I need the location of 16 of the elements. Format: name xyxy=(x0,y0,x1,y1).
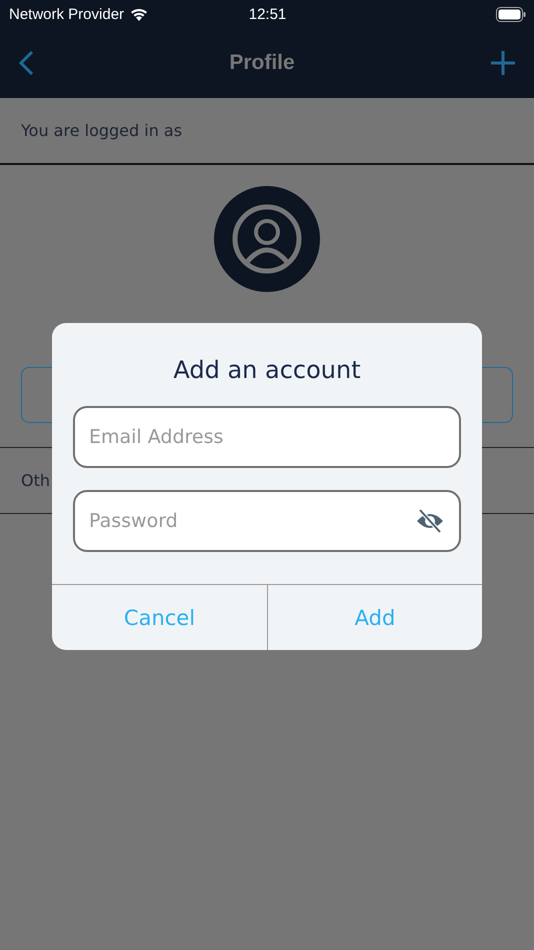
dialog-title: Add an account xyxy=(172,356,362,384)
avatar-icon xyxy=(214,186,320,292)
section-header: Oth xyxy=(21,471,50,490)
status-time: 12:51 xyxy=(248,6,286,22)
add-button[interactable]: Add xyxy=(267,585,482,650)
wifi-icon xyxy=(130,8,148,20)
back-icon[interactable] xyxy=(18,50,34,76)
password-field[interactable]: Password xyxy=(73,490,461,552)
nav-title: Profile xyxy=(229,51,295,75)
cancel-button[interactable]: Cancel xyxy=(52,585,267,650)
eye-slash-icon[interactable] xyxy=(415,508,445,534)
battery-icon xyxy=(496,6,526,22)
email-field[interactable]: Email Address xyxy=(73,406,461,468)
section-header: You are logged in as xyxy=(21,121,182,140)
carrier-name: Network Provider xyxy=(9,6,124,22)
plus-icon[interactable] xyxy=(490,50,516,76)
